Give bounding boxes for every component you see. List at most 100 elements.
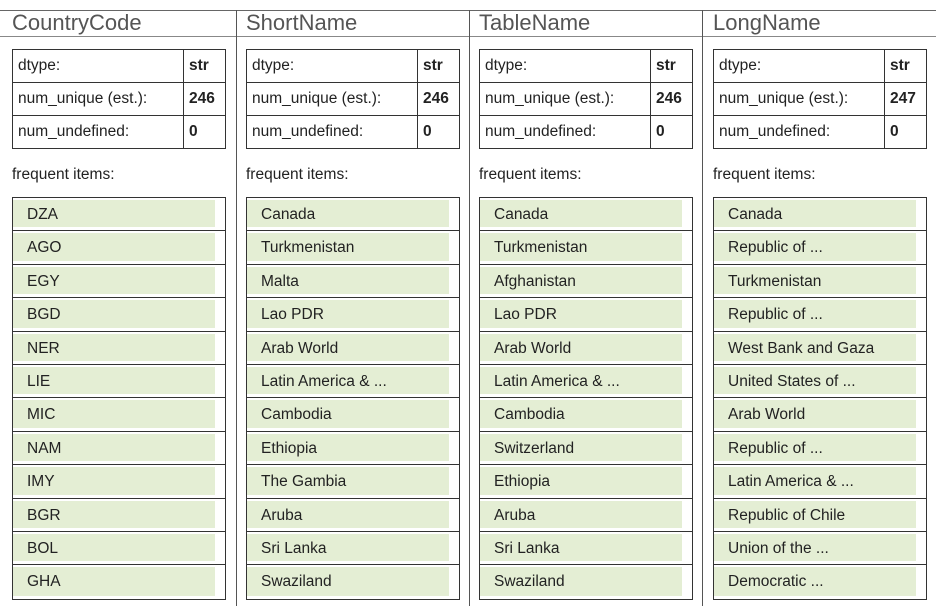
stats-row: dtype: str: [713, 49, 927, 83]
stats-table: dtype: str num_unique (est.): 246 num_undefi…: [246, 49, 460, 149]
list-item: Swaziland: [480, 565, 692, 598]
stats-row: num_unique (est.): 246: [479, 82, 693, 116]
column-divider: [469, 10, 470, 606]
item-label: BGR: [27, 506, 61, 524]
column-3: LongName dtype: str num_unique (est.): 247 nu…: [709, 0, 933, 606]
item-label: Cambodia: [261, 406, 332, 424]
column-1: ShortName dtype: str num_unique (est.): 246 n…: [242, 0, 466, 606]
list-item: Cambodia: [247, 398, 459, 432]
list-item: Republic of Chile: [714, 499, 926, 532]
stat-value: str: [884, 49, 927, 83]
item-label: Aruba: [261, 506, 303, 524]
stat-label: dtype:: [479, 49, 651, 83]
stat-value: 0: [417, 115, 460, 149]
list-item: Turkmenistan: [247, 231, 459, 265]
frequent-items-list: Canada Turkmenistan Afghanistan Lao PDR Arab…: [479, 197, 693, 600]
stat-value: 0: [183, 115, 226, 149]
list-item: Republic of ...: [714, 298, 926, 332]
list-item: Latin America & ...: [714, 465, 926, 499]
item-label: MIC: [27, 406, 56, 424]
stat-value: 246: [650, 82, 693, 116]
item-label: IMY: [27, 473, 55, 491]
column-title: CountryCode: [12, 10, 142, 35]
list-item: NER: [13, 332, 225, 365]
list-item: Swaziland: [247, 565, 459, 598]
stats-row: dtype: str: [479, 49, 693, 83]
list-item: Turkmenistan: [480, 231, 692, 265]
stat-label: dtype:: [12, 49, 184, 83]
list-item: Republic of ...: [714, 432, 926, 466]
item-label: Swaziland: [494, 573, 565, 591]
stat-value: str: [183, 49, 226, 83]
column-title: ShortName: [246, 10, 358, 35]
list-item: Latin America & ...: [480, 365, 692, 399]
item-label: Sri Lanka: [261, 539, 327, 557]
item-label: GHA: [27, 573, 61, 591]
item-label: Arab World: [728, 406, 806, 424]
stat-label: num_undefined:: [12, 115, 184, 149]
item-label: Turkmenistan: [494, 239, 588, 257]
list-item: Switzerland: [480, 432, 692, 466]
stats-row: num_unique (est.): 247: [713, 82, 927, 116]
stats-row: num_unique (est.): 246: [12, 82, 226, 116]
list-item: Lao PDR: [480, 298, 692, 332]
list-item: Turkmenistan: [714, 265, 926, 299]
list-item: MIC: [13, 398, 225, 432]
item-label: Lao PDR: [494, 306, 557, 324]
item-label: AGO: [27, 239, 62, 257]
item-label: Latin America & ...: [728, 473, 854, 491]
item-label: Turkmenistan: [728, 272, 822, 290]
stat-value: 246: [183, 82, 226, 116]
item-label: Aruba: [494, 506, 536, 524]
stats-row: num_undefined: 0: [713, 115, 927, 149]
stat-value: str: [650, 49, 693, 83]
stat-label: num_undefined:: [479, 115, 651, 149]
frequent-items-list: Canada Turkmenistan Malta Lao PDR Arab World…: [246, 197, 460, 600]
item-label: Latin America & ...: [261, 372, 387, 390]
item-label: Canada: [261, 206, 316, 223]
list-item: Latin America & ...: [247, 365, 459, 399]
list-item: IMY: [13, 465, 225, 499]
item-label: DZA: [27, 206, 58, 223]
stat-value: 0: [650, 115, 693, 149]
list-item: BOL: [13, 532, 225, 566]
list-item: Republic of ...: [714, 231, 926, 265]
frequent-items-label: frequent items:: [479, 166, 582, 183]
item-label: Republic of ...: [728, 239, 823, 257]
frequent-items-label: frequent items:: [246, 166, 349, 183]
stat-value: str: [417, 49, 460, 83]
stats-row: dtype: str: [12, 49, 226, 83]
item-label: Latin America & ...: [494, 372, 620, 390]
column-title: TableName: [479, 10, 591, 35]
list-item: Sri Lanka: [480, 532, 692, 566]
item-label: Arab World: [261, 339, 339, 357]
list-item: Aruba: [247, 499, 459, 532]
list-item: EGY: [13, 265, 225, 299]
column-2: TableName dtype: str num_unique (est.): 246 n…: [475, 0, 699, 606]
frequent-items-list: DZA AGO EGY BGD NER LIE MIC NAM IMY BGR BOL GHA: [12, 197, 226, 600]
column-divider: [236, 10, 237, 606]
item-label: Afghanistan: [494, 272, 576, 290]
list-item: Ethiopia: [480, 465, 692, 499]
item-label: Turkmenistan: [261, 239, 355, 257]
sketch-summary: CountryCode dtype: str num_unique (est.): 24…: [0, 0, 936, 606]
item-label: Switzerland: [494, 439, 575, 457]
item-label: Canada: [728, 206, 783, 223]
item-label: The Gambia: [261, 473, 347, 491]
item-label: Republic of ...: [728, 306, 823, 324]
item-label: United States of ...: [728, 372, 856, 390]
list-item: Canada: [714, 198, 926, 232]
stats-table: dtype: str num_unique (est.): 246 num_undefi…: [12, 49, 226, 149]
stat-value: 247: [884, 82, 927, 116]
stat-label: num_unique (est.):: [713, 82, 885, 116]
item-label: NAM: [27, 439, 62, 457]
item-label: Democratic ...: [728, 573, 824, 591]
list-item: BGR: [13, 499, 225, 532]
stat-label: num_undefined:: [246, 115, 418, 149]
item-label: Arab World: [494, 339, 572, 357]
item-label: EGY: [27, 272, 60, 290]
list-item: Afghanistan: [480, 265, 692, 299]
item-label: Sri Lanka: [494, 539, 560, 557]
stat-value: 246: [417, 82, 460, 116]
list-item: Malta: [247, 265, 459, 299]
